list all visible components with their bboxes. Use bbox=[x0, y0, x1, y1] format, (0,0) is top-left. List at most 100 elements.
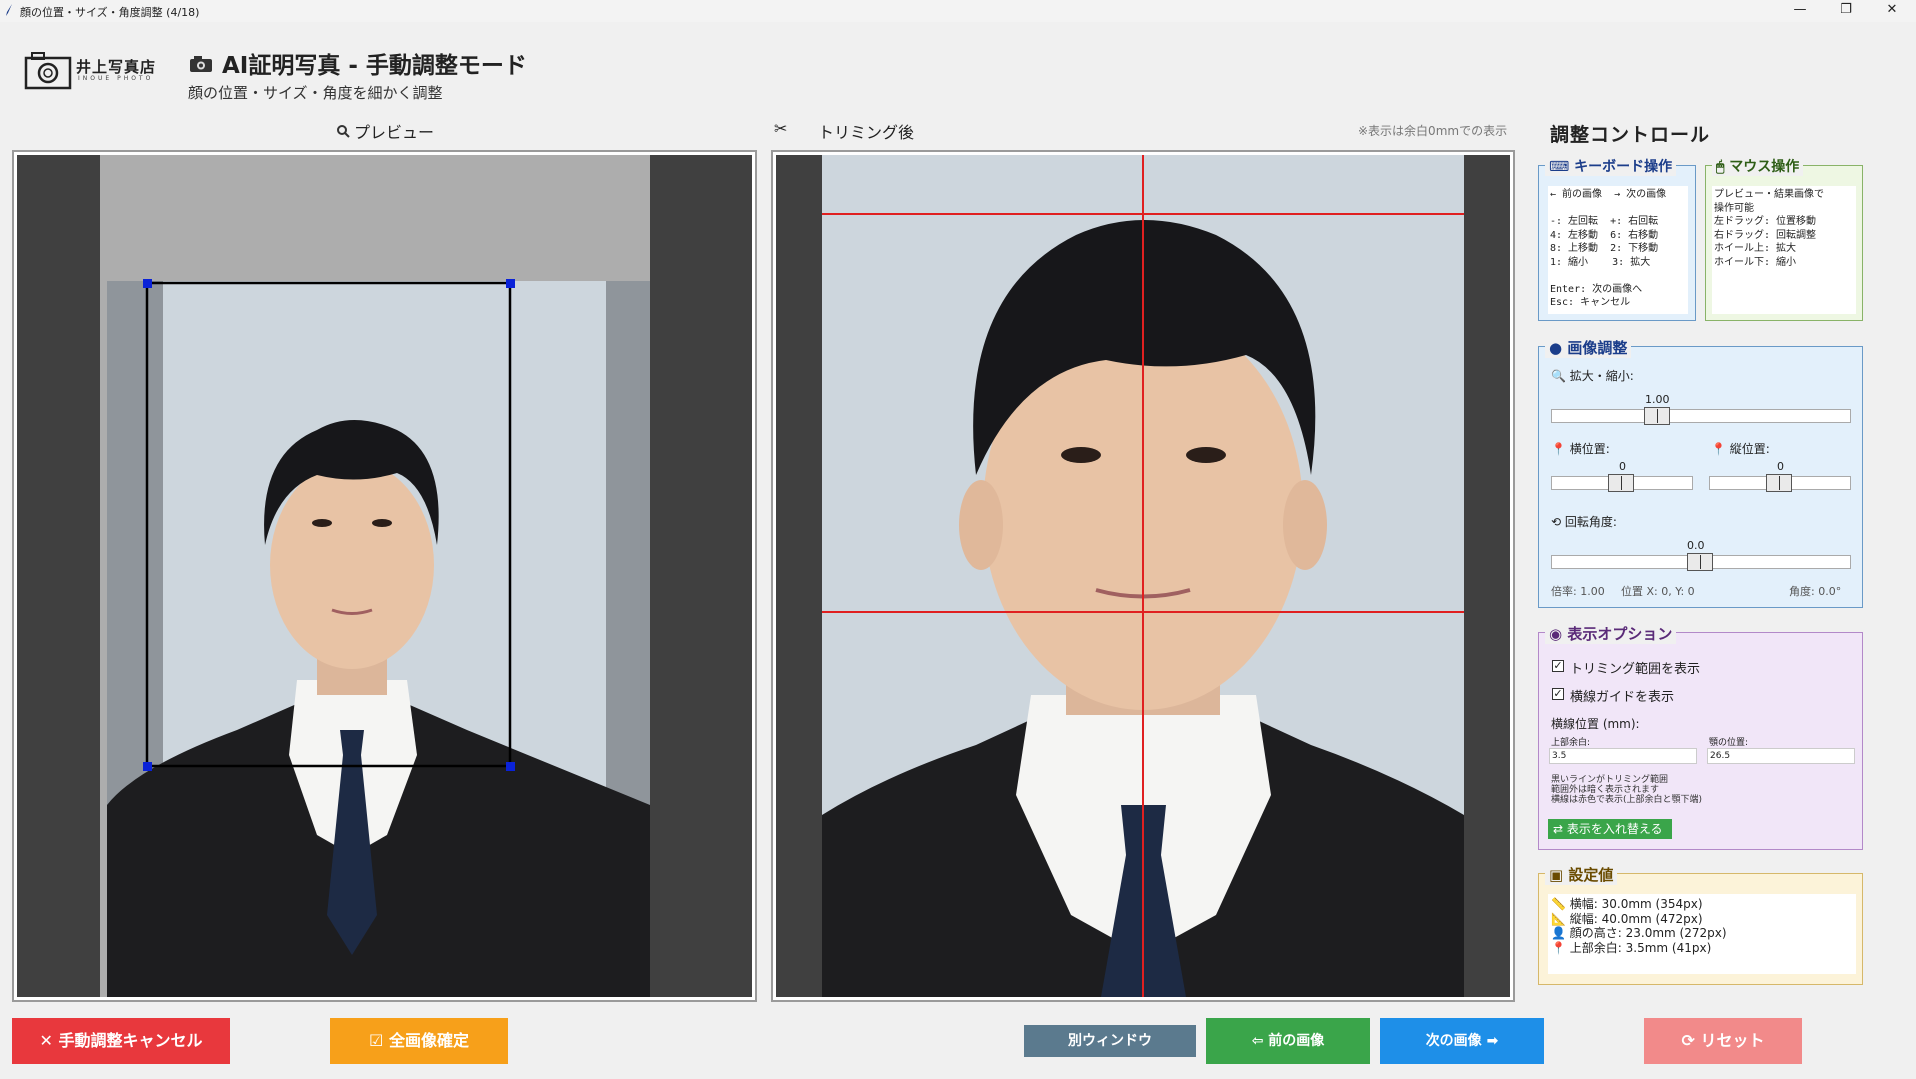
person-icon: 👤 bbox=[1551, 926, 1566, 940]
face-height-value: 👤 顔の高さ: 23.0mm (272px) bbox=[1551, 926, 1727, 940]
height-value: 📐 縦幅: 40.0mm (472px) bbox=[1551, 911, 1703, 926]
help-line: ホイール下: 縮小 bbox=[1714, 256, 1797, 268]
title-bar: 顔の位置・サイズ・角度調整 (4/18) — ❐ ✕ bbox=[0, 0, 1916, 22]
reset-button[interactable]: ⟳ リセット bbox=[1644, 1018, 1802, 1064]
preview-image[interactable] bbox=[17, 155, 752, 997]
arrow-right-icon: ➡ bbox=[1486, 1033, 1499, 1049]
help-line: Esc: キャンセル bbox=[1550, 297, 1631, 308]
close-button[interactable]: ✕ bbox=[1869, 0, 1915, 22]
swap-display-button[interactable]: ⇄ 表示を入れ替える bbox=[1548, 819, 1672, 839]
pin-icon: 📍 bbox=[1551, 442, 1566, 456]
mouse-icon: 🖱 bbox=[1716, 159, 1725, 175]
ruler-icon: 📏 bbox=[1551, 897, 1566, 911]
magnifier-icon: 🔍 bbox=[1551, 369, 1566, 383]
y-slider-thumb[interactable] bbox=[1766, 474, 1792, 492]
window-title: 顔の位置・サイズ・角度調整 (4/18) bbox=[20, 6, 200, 19]
zoom-slider[interactable] bbox=[1551, 409, 1851, 423]
help-line bbox=[1550, 269, 1686, 283]
ruler-icon: 📐 bbox=[1551, 911, 1566, 926]
help-line: 右ドラッグ: 回転調整 bbox=[1714, 229, 1817, 241]
trim-result-panel[interactable] bbox=[771, 150, 1515, 1002]
cancel-button[interactable]: ✕ 手動調整キャンセル bbox=[12, 1018, 230, 1064]
image-adjust-group: ● 画像調整 🔍 拡大・縮小: 1.00 📍 横位置: 0 📍 縦位置: 0 ⟲… bbox=[1538, 337, 1863, 608]
width-value: 📏 横幅: 30.0mm (354px) bbox=[1551, 897, 1703, 911]
y-label: 📍 縦位置: bbox=[1711, 442, 1770, 456]
settings-title: ▣ 設定値 bbox=[1545, 864, 1618, 885]
reset-icon: ⟳ bbox=[1681, 1031, 1695, 1050]
pin-icon: 📍 bbox=[1711, 442, 1726, 456]
keyboard-icon: ⌨ bbox=[1549, 159, 1570, 175]
help-line: プレビュー・結果画像で bbox=[1714, 189, 1824, 200]
trim-handle[interactable] bbox=[143, 762, 152, 771]
guide-position-label: 横線位置 (mm): bbox=[1551, 717, 1640, 731]
help-line: -: 左回転 +: 右回転 bbox=[1550, 216, 1659, 227]
help-line: ホイール上: 拡大 bbox=[1714, 243, 1797, 254]
minimize-button[interactable]: — bbox=[1777, 0, 1823, 22]
display-options-group: ◉ 表示オプション ✓ トリミング範囲を表示 ✓ 横線ガイドを表示 横線位置 (… bbox=[1538, 623, 1863, 850]
camera-logo-icon bbox=[24, 52, 72, 90]
show-trim-label[interactable]: トリミング範囲を表示 bbox=[1570, 658, 1700, 677]
keyboard-group: ⌨ キーボード操作 ← 前の画像 → 次の画像 -: 左回転 +: 右回転 4: … bbox=[1538, 156, 1696, 321]
mouse-help: プレビュー・結果画像で 操作可能左ドラッグ: 位置移動 右ドラッグ: 回転調整 ホイー… bbox=[1712, 186, 1856, 314]
logo-subtitle: INOUE PHOTO bbox=[78, 75, 154, 82]
result-image[interactable] bbox=[776, 155, 1510, 997]
help-line: ← 前の画像 → 次の画像 bbox=[1550, 189, 1667, 200]
result-canvas[interactable] bbox=[776, 155, 1510, 997]
settings-values: 📏 横幅: 30.0mm (354px) 📐 縦幅: 40.0mm (472px… bbox=[1548, 894, 1856, 974]
show-guides-checkbox[interactable]: ✓ bbox=[1552, 688, 1564, 700]
help-line: 1: 縮小 3: 拡大 bbox=[1550, 256, 1651, 268]
palette-icon: ● bbox=[1549, 339, 1563, 357]
help-line: 4: 左移動 6: 右移動 bbox=[1550, 229, 1659, 241]
check-icon: ☑ bbox=[369, 1031, 384, 1050]
eye-icon: ◉ bbox=[1549, 625, 1563, 643]
status-position: 位置 X: 0, Y: 0 bbox=[1621, 585, 1695, 598]
top-margin-label: 上部余白: bbox=[1551, 738, 1591, 748]
mouse-title: 🖱 マウス操作 bbox=[1712, 156, 1804, 176]
camera-icon bbox=[190, 56, 212, 72]
close-icon: ✕ bbox=[39, 1031, 53, 1050]
page-title: AI証明写真 - 手動調整モード bbox=[222, 53, 527, 79]
zoom-slider-thumb[interactable] bbox=[1644, 407, 1670, 425]
status-scale: 倍率: 1.00 bbox=[1551, 585, 1605, 598]
preview-canvas[interactable] bbox=[17, 155, 752, 997]
pin-icon: 📍 bbox=[1551, 940, 1566, 955]
help-line bbox=[1550, 202, 1686, 216]
feather-icon bbox=[6, 4, 12, 16]
show-trim-checkbox[interactable]: ✓ bbox=[1552, 660, 1564, 672]
next-image-button[interactable]: 次の画像 ➡ bbox=[1380, 1018, 1544, 1064]
help-line: 8: 上移動 2: 下移動 bbox=[1550, 243, 1659, 254]
preview-panel[interactable] bbox=[12, 150, 757, 1002]
app-window: { "window":{"title":"顔の位置・サイズ・角度調整 (4/18… bbox=[0, 0, 1916, 1079]
prev-image-button[interactable]: ⇦ 前の画像 bbox=[1206, 1018, 1370, 1064]
display-note: ※表示は余白0mmでの表示 bbox=[1358, 124, 1508, 138]
rotation-value: 0.0 bbox=[1687, 539, 1705, 552]
trim-handle[interactable] bbox=[143, 279, 152, 288]
chin-position-input[interactable]: 26.5 bbox=[1707, 748, 1855, 764]
show-guides-label[interactable]: 横線ガイドを表示 bbox=[1570, 686, 1674, 705]
x-slider-thumb[interactable] bbox=[1608, 474, 1634, 492]
zoom-label: 🔍 拡大・縮小: bbox=[1551, 369, 1634, 383]
help-line: 左ドラッグ: 位置移動 bbox=[1714, 216, 1817, 227]
top-margin-value: 📍 上部余白: 3.5mm (41px) bbox=[1551, 940, 1712, 955]
status-angle: 角度: 0.0° bbox=[1789, 585, 1842, 598]
scissors-icon: ✂ bbox=[774, 119, 788, 138]
separate-window-button[interactable]: 別ウィンドウ bbox=[1024, 1025, 1196, 1057]
display-notes: 黒いラインがトリミング範囲 範囲外は暗く表示されます 横線は赤色で表示(上部余白と顎… bbox=[1551, 775, 1703, 805]
trim-handle[interactable] bbox=[506, 762, 515, 771]
arrow-left-icon: ⇦ bbox=[1251, 1033, 1264, 1049]
page-subtitle: 顔の位置・サイズ・角度を細かく調整 bbox=[188, 84, 443, 102]
trim-handle[interactable] bbox=[506, 279, 515, 288]
magnifier-icon bbox=[337, 125, 350, 138]
y-value: 0 bbox=[1777, 460, 1784, 473]
controls-title: 調整コントロール bbox=[1550, 124, 1711, 146]
top-margin-input[interactable]: 3.5 bbox=[1549, 748, 1697, 764]
image-adjust-title: ● 画像調整 bbox=[1545, 337, 1632, 358]
gear-icon: ▣ bbox=[1549, 866, 1564, 884]
confirm-all-button[interactable]: ☑ 全画像確定 bbox=[330, 1018, 508, 1064]
help-line: Enter: 次の画像へ bbox=[1550, 283, 1643, 295]
chin-position-label: 顎の位置: bbox=[1709, 738, 1749, 748]
maximize-button[interactable]: ❐ bbox=[1823, 0, 1869, 22]
preview-label: プレビュー bbox=[354, 123, 435, 142]
help-line: 操作可能 bbox=[1714, 202, 1754, 214]
rotation-slider-thumb[interactable] bbox=[1687, 553, 1713, 571]
